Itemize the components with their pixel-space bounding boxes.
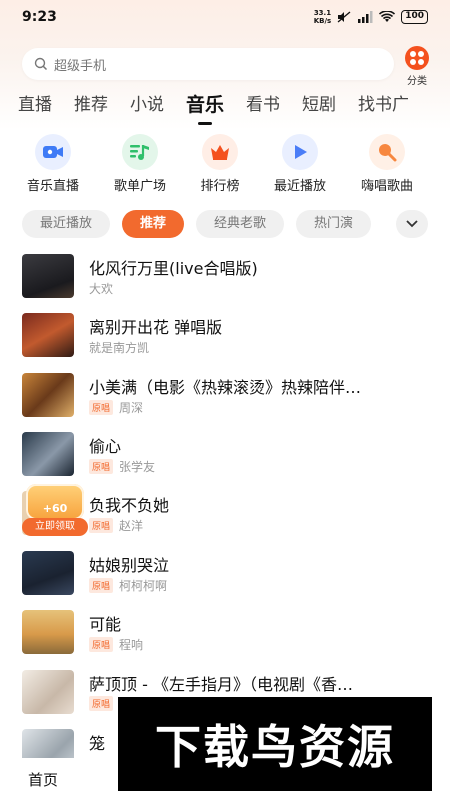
- watermark-text: 下载鸟资源: [155, 720, 395, 774]
- search-placeholder: 超级手机: [54, 58, 107, 74]
- reward-amount: +60: [42, 502, 68, 515]
- original-singer-badge: 原唱: [89, 696, 114, 711]
- status-time: 9:23: [22, 9, 57, 25]
- filter-chips: 最近播放 推荐 经典老歌 热门演: [22, 210, 372, 238]
- channel-tabs: 直播 推荐 小说 音乐 看书 短剧 找书广: [18, 90, 431, 117]
- watermark: 下载鸟资源: [118, 697, 432, 791]
- song-subtitle: 原唱 张学友: [89, 458, 155, 475]
- song-artist: 柯柯柯啊: [119, 579, 168, 593]
- tab-short-drama[interactable]: 短剧: [302, 90, 336, 117]
- tab-read[interactable]: 看书: [246, 90, 280, 117]
- reward-widget[interactable]: +60 立即领取: [22, 484, 88, 538]
- song-title: 化风行万里(live合唱版): [89, 259, 258, 278]
- song-subtitle: 原唱 赵洋: [89, 517, 143, 534]
- claim-reward-button[interactable]: 立即领取: [22, 518, 88, 536]
- chip-recommend[interactable]: 推荐: [122, 210, 185, 238]
- chip-hot[interactable]: 热门演: [296, 210, 372, 238]
- tab-find-book[interactable]: 找书广: [358, 90, 409, 117]
- tab-live[interactable]: 直播: [18, 90, 52, 117]
- chip-classic-oldies[interactable]: 经典老歌: [196, 210, 285, 238]
- wifi-icon: [379, 11, 396, 22]
- song-artist: 就是南方凯: [89, 341, 150, 355]
- song-cover: [22, 670, 74, 714]
- chevron-down-icon: [406, 220, 418, 228]
- original-singer-badge: 原唱: [89, 518, 114, 533]
- crown-icon: [202, 134, 238, 170]
- song-title: 离别开出花 弹唱版: [89, 318, 223, 337]
- quick-entry-label: 歌单广场: [113, 179, 166, 194]
- song-row[interactable]: 可能 原唱 程响: [22, 610, 432, 660]
- category-icon: [405, 46, 429, 70]
- song-cover: [22, 432, 74, 476]
- song-cover: [22, 254, 74, 298]
- search-icon: [34, 57, 48, 71]
- quick-entry-label: 最近播放: [273, 179, 326, 194]
- song-cover: [22, 373, 74, 417]
- original-singer-badge: 原唱: [89, 637, 114, 652]
- song-subtitle: 原唱 柯柯柯啊: [89, 577, 167, 594]
- network-speed-value: 33.1: [313, 9, 332, 17]
- song-subtitle: 原唱 周深: [89, 399, 143, 416]
- mute-icon: [337, 11, 351, 23]
- original-singer-badge: 原唱: [89, 578, 114, 593]
- song-cover: [22, 610, 74, 654]
- expand-chips-button[interactable]: [396, 210, 428, 238]
- song-subtitle: 原唱: [89, 696, 119, 711]
- song-title: 偷心: [89, 437, 122, 456]
- song-cover: [22, 313, 74, 357]
- live-camera-icon: [35, 134, 71, 170]
- song-title: 萨顶顶 - 《左手指月》（电视剧《香…: [89, 675, 353, 694]
- quick-entry-music-live[interactable]: 音乐直播: [8, 134, 98, 194]
- search-bar[interactable]: 超级手机: [22, 48, 394, 80]
- song-artist: 周深: [119, 401, 144, 415]
- quick-entry-karaoke[interactable]: 嗨唱歌曲: [342, 134, 432, 194]
- song-row[interactable]: 离别开出花 弹唱版 就是南方凯: [22, 313, 432, 363]
- quick-entry-label: 嗨唱歌曲: [360, 179, 413, 194]
- quick-entries: 音乐直播 歌单广场 排行榜 最近播放 嗨唱歌曲: [0, 134, 450, 194]
- original-singer-badge: 原唱: [89, 459, 114, 474]
- song-title: 负我不负她: [89, 496, 170, 515]
- playlist-icon: [122, 134, 158, 170]
- signal-icon: [358, 11, 373, 23]
- quick-entry-playlist-square[interactable]: 歌单广场: [95, 134, 185, 194]
- status-bar: 9:23 33.1 KB/s 100: [0, 0, 450, 34]
- song-row[interactable]: 姑娘别哭泣 原唱 柯柯柯啊: [22, 551, 432, 601]
- category-button[interactable]: 分类: [402, 46, 432, 87]
- network-speed: 33.1 KB/s: [314, 9, 331, 25]
- song-subtitle: 大欢: [89, 280, 113, 297]
- song-row[interactable]: 偷心 原唱 张学友: [22, 432, 432, 482]
- battery-indicator: 100: [401, 10, 428, 24]
- song-artist: 张学友: [119, 460, 156, 474]
- song-title: 可能: [89, 615, 122, 634]
- song-artist: 程响: [119, 638, 144, 652]
- tab-recommend[interactable]: 推荐: [74, 90, 108, 117]
- network-speed-unit: KB/s: [313, 17, 332, 25]
- song-title: 姑娘别哭泣: [89, 556, 170, 575]
- nav-home[interactable]: 首页: [28, 769, 58, 790]
- tab-novel[interactable]: 小说: [130, 90, 164, 117]
- song-title: 小美满（电影《热辣滚烫》热辣陪伴…: [89, 378, 362, 397]
- tab-music[interactable]: 音乐: [186, 90, 224, 117]
- song-artist: 大欢: [89, 282, 114, 296]
- quick-entry-recent-play[interactable]: 最近播放: [255, 134, 345, 194]
- original-singer-badge: 原唱: [89, 400, 114, 415]
- song-row[interactable]: 化风行万里(live合唱版) 大欢: [22, 254, 432, 304]
- song-artist: 赵洋: [119, 519, 144, 533]
- quick-entry-label: 音乐直播: [26, 179, 79, 194]
- quick-entry-label: 排行榜: [200, 179, 240, 194]
- chip-recent-play[interactable]: 最近播放: [22, 210, 111, 238]
- song-row[interactable]: 小美满（电影《热辣滚烫》热辣陪伴… 原唱 周深: [22, 373, 432, 423]
- microphone-icon: [369, 134, 405, 170]
- play-icon: [282, 134, 318, 170]
- category-label: 分类: [407, 76, 427, 87]
- song-subtitle: 就是南方凯: [89, 339, 149, 356]
- status-indicators: 33.1 KB/s 100: [314, 9, 428, 25]
- quick-entry-ranking[interactable]: 排行榜: [175, 134, 265, 194]
- song-cover: [22, 551, 74, 595]
- song-subtitle: 原唱 程响: [89, 636, 143, 653]
